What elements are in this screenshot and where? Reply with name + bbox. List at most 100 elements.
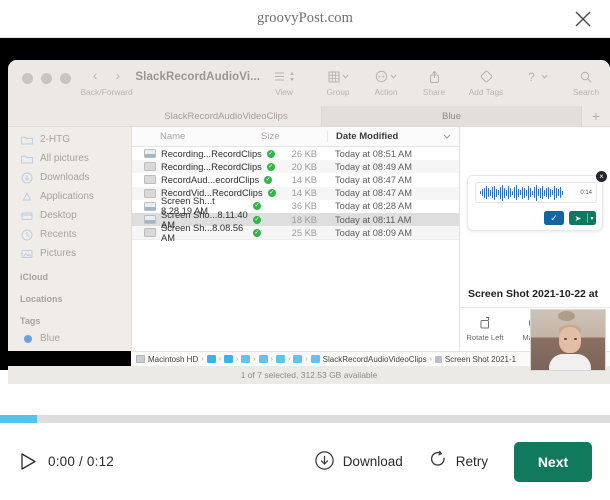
person-body — [549, 354, 591, 370]
wall-art — [558, 311, 575, 321]
window-traffic-lights[interactable] — [8, 60, 78, 84]
chevron-down-icon — [342, 74, 348, 79]
toolbar-share-button[interactable]: Share — [410, 68, 458, 97]
audio-action-buttons: ✓ ➤ ▾ — [544, 211, 596, 225]
webcam-overlay[interactable] — [530, 309, 606, 371]
person-head — [559, 327, 581, 353]
play-triangle-icon[interactable] — [18, 452, 38, 471]
back-icon[interactable]: ‹ — [93, 68, 98, 82]
tag-dot-icon — [20, 332, 33, 345]
timecode-display: 0:00 / 0:12 — [48, 454, 115, 469]
sidebar-section-locations: Locations — [20, 294, 63, 304]
file-list-rows: Recording...RecordClips ✓ 26 KB Today at … — [132, 147, 459, 351]
table-row[interactable]: Screen Sh...8.08.56 AM ✓ 25 KB Today at 0… — [132, 223, 459, 243]
grid-group-icon — [314, 68, 362, 85]
rotate-left-button[interactable]: Rotate Left — [460, 315, 510, 342]
image-file-icon — [144, 149, 156, 159]
file-date: Today at 08:09 AM — [335, 227, 413, 238]
clock-icon — [20, 228, 33, 241]
forward-icon[interactable]: › — [116, 68, 121, 82]
help-icon: ? — [514, 68, 562, 85]
sidebar-item-pictures[interactable]: Pictures — [8, 244, 131, 263]
file-list-empty-space — [132, 239, 459, 273]
file-size: 14 KB — [291, 188, 317, 199]
top-header-bar: groovyPost.com — [0, 0, 610, 38]
table-row[interactable]: Recording...RecordClips ✓ 20 KB Today at … — [132, 160, 459, 174]
sidebar-item-downloads[interactable]: Downloads — [8, 168, 131, 187]
sidebar-item-label: Applications — [40, 191, 94, 202]
toolbar-search-button[interactable]: Search — [562, 68, 610, 97]
new-tab-button[interactable]: + — [582, 106, 610, 126]
download-label: Download — [342, 454, 403, 469]
close-window-button[interactable] — [22, 73, 33, 84]
rotate-left-label: Rotate Left — [466, 333, 504, 342]
video-progress-bar[interactable] — [0, 415, 610, 423]
folder-icon[interactable] — [206, 355, 216, 363]
path-folder-label[interactable]: SlackRecordAudioVideoClips — [323, 355, 427, 364]
tab-slackrecordaudiovideoclips[interactable]: SlackRecordAudioVideoClips — [131, 106, 321, 126]
table-row[interactable]: Recording...RecordClips ✓ 26 KB Today at … — [132, 147, 459, 160]
toolbar-view-button[interactable]: View — [260, 68, 308, 97]
path-file-label[interactable]: Screen Shot 2021-1 — [445, 355, 516, 364]
send-paper-plane-icon: ➤ — [574, 213, 582, 223]
folder-icon[interactable] — [258, 355, 268, 363]
sidebar-section-icloud: iCloud — [20, 272, 48, 282]
toolbar-share-label: Share — [422, 87, 446, 97]
sidebar-tag-green[interactable]: Green — [8, 348, 131, 351]
sidebar-item-recents[interactable]: Recents — [8, 225, 131, 244]
video-progress-fill — [0, 415, 37, 423]
file-date: Today at 08:28 AM — [335, 201, 413, 212]
pictures-icon — [20, 247, 33, 260]
send-clip-button[interactable]: ➤ ▾ — [569, 211, 596, 225]
toolbar-group-label: Group — [326, 87, 350, 97]
audio-waveform[interactable]: 0:14 — [475, 182, 597, 203]
path-root-label[interactable]: Macintosh HD — [148, 355, 198, 364]
file-icon — [144, 175, 156, 185]
file-list-pane: Name Size Date Modified Recording...Reco… — [131, 127, 459, 351]
next-button[interactable]: Next — [514, 441, 592, 482]
toolbar-help-button[interactable]: ? — [514, 68, 562, 87]
close-circle-icon[interactable]: × — [596, 171, 607, 182]
preview-image-area: × 0:14 ✓ ➤ ▾ — [460, 127, 610, 288]
folder-icon[interactable] — [223, 355, 233, 363]
file-icon — [434, 355, 442, 363]
sidebar-item-desktop[interactable]: Desktop — [8, 206, 131, 225]
column-header-size[interactable]: Size — [261, 131, 327, 142]
tab-blue[interactable]: Blue — [321, 106, 582, 126]
column-header-name[interactable]: Name — [132, 131, 261, 142]
toolbar-action-button[interactable]: Action — [362, 68, 410, 97]
column-header-date-label: Date Modified — [336, 131, 399, 142]
minimize-window-button[interactable] — [41, 73, 52, 84]
list-view-icon — [260, 68, 308, 85]
chevron-down-icon[interactable]: ▾ — [588, 215, 596, 222]
sidebar-item-2-htg[interactable]: 2-HTG — [8, 130, 131, 149]
desktop-icon — [20, 209, 33, 222]
rotate-left-icon — [460, 315, 510, 330]
download-button[interactable]: Download — [314, 450, 403, 474]
sidebar-item-applications[interactable]: Applications — [8, 187, 131, 206]
confirm-clip-button[interactable]: ✓ — [544, 211, 564, 225]
close-icon[interactable] — [572, 8, 594, 30]
toolbar-add-tags-button[interactable]: Add Tags — [458, 68, 514, 97]
sidebar-tag-label: Blue — [40, 333, 61, 344]
folder-icon[interactable] — [310, 355, 320, 363]
sidebar-tag-blue[interactable]: Blue — [8, 329, 131, 348]
video-stage[interactable]: ‹ › Back/Forward SlackRecordAudioVi... V… — [0, 38, 610, 415]
zoom-window-button[interactable] — [60, 73, 71, 84]
sidebar-item-all-pictures[interactable]: All pictures — [8, 149, 131, 168]
sidebar-item-label: Recents — [40, 229, 77, 240]
file-size: 18 KB — [291, 214, 317, 225]
applications-icon — [20, 190, 33, 203]
column-header-date-modified[interactable]: Date Modified — [327, 131, 459, 142]
finder-sidebar: 2-HTG All pictures Downloads Application… — [8, 127, 131, 351]
folder-icon[interactable] — [275, 355, 285, 363]
retry-button[interactable]: Retry — [429, 450, 488, 473]
folder-icon[interactable] — [293, 355, 303, 363]
person-eye-right — [574, 338, 577, 340]
toolbar-group-button[interactable]: Group — [314, 68, 362, 97]
file-date: Today at 08:51 AM — [335, 148, 413, 159]
folder-icon[interactable] — [241, 355, 251, 363]
table-row[interactable]: RecordAud...ecordClips ✓ 14 KB Today at 0… — [132, 173, 459, 186]
toolbar-add-tags-label: Add Tags — [468, 87, 504, 97]
back-forward-group[interactable]: ‹ › Back/Forward — [78, 60, 136, 97]
